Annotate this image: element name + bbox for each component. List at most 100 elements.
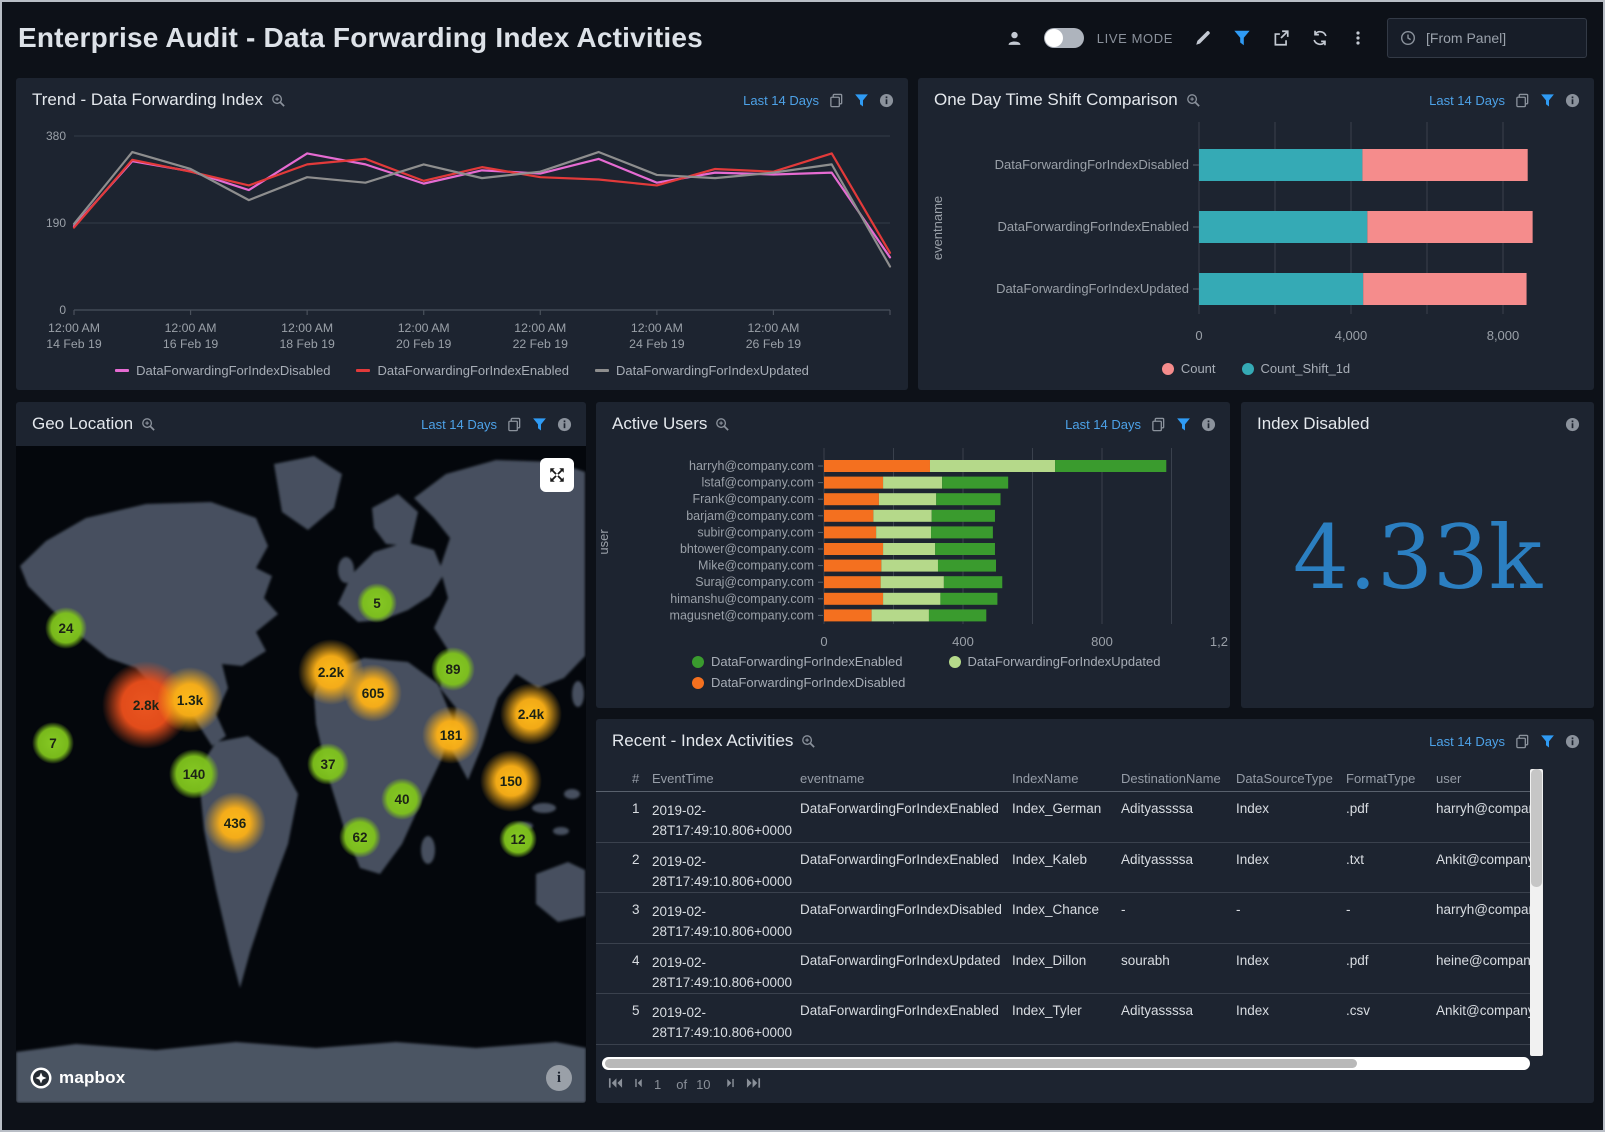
column-header[interactable]: IndexName xyxy=(1012,771,1121,786)
bar-segment[interactable] xyxy=(930,460,1055,472)
panel-filter-icon[interactable] xyxy=(1540,734,1555,749)
bar-segment[interactable] xyxy=(883,477,942,489)
table-horizontal-scrollbar[interactable] xyxy=(602,1057,1530,1070)
bar-segment[interactable] xyxy=(824,609,872,621)
bar-segment[interactable] xyxy=(883,543,935,555)
panel-info-icon[interactable] xyxy=(1565,417,1580,432)
bar-segment[interactable] xyxy=(942,477,1008,489)
bar-segment[interactable] xyxy=(1199,273,1363,305)
panel-time-range[interactable]: Last 14 Days xyxy=(743,93,819,108)
table-row[interactable]: 52019-02- 28T17:49:10.806+0000DataForwar… xyxy=(596,994,1530,1045)
topbar-controls: LIVE MODE [From Panel] xyxy=(1006,18,1587,58)
zoom-in-icon[interactable] xyxy=(715,417,730,432)
table-row[interactable]: 42019-02- 28T17:49:10.806+0000DataForwar… xyxy=(596,944,1530,995)
zoom-in-icon[interactable] xyxy=(1186,93,1201,108)
user-icon[interactable] xyxy=(1006,30,1023,47)
bar-segment[interactable] xyxy=(1199,149,1362,181)
copy-panel-icon[interactable] xyxy=(1515,93,1530,108)
last-page-button[interactable] xyxy=(746,1077,761,1092)
bar-segment[interactable] xyxy=(940,593,997,605)
bar-segment[interactable] xyxy=(872,609,929,621)
copy-panel-icon[interactable] xyxy=(507,417,522,432)
time-range-picker[interactable]: [From Panel] xyxy=(1387,18,1587,58)
bar-segment[interactable] xyxy=(938,560,996,572)
panel-info-icon[interactable] xyxy=(1201,417,1216,432)
scrollbar-thumb[interactable] xyxy=(605,1059,1357,1068)
share-icon[interactable] xyxy=(1272,29,1290,47)
bar-segment[interactable] xyxy=(824,477,883,489)
trend-line-chart: 380190012:00 AM14 Feb 1912:00 AM16 Feb 1… xyxy=(24,118,900,354)
bar-segment[interactable] xyxy=(1362,149,1527,181)
bar-segment[interactable] xyxy=(936,493,1000,505)
bar-segment[interactable] xyxy=(824,593,883,605)
bar-segment[interactable] xyxy=(932,510,995,522)
bar-segment[interactable] xyxy=(1199,211,1367,243)
column-header[interactable]: EventTime xyxy=(652,771,800,786)
panel-time-range[interactable]: Last 14 Days xyxy=(1065,417,1141,432)
bar-segment[interactable] xyxy=(824,526,876,538)
column-header[interactable]: # xyxy=(632,771,652,786)
bar-segment[interactable] xyxy=(1363,273,1526,305)
time-range-value: [From Panel] xyxy=(1426,30,1506,46)
column-header[interactable]: eventname xyxy=(800,771,1012,786)
bar-segment[interactable] xyxy=(824,510,873,522)
panel-filter-icon[interactable] xyxy=(854,93,869,108)
table-row[interactable]: 12019-02- 28T17:49:10.806+0000DataForwar… xyxy=(596,792,1530,843)
panel-filter-icon[interactable] xyxy=(532,417,547,432)
svg-text:lstaf@company.com: lstaf@company.com xyxy=(702,476,815,490)
column-header[interactable]: DataSourceType xyxy=(1236,771,1346,786)
live-mode-toggle[interactable] xyxy=(1044,28,1084,48)
bar-segment[interactable] xyxy=(881,576,944,588)
table-cell: Index xyxy=(1236,852,1346,893)
bar-segment[interactable] xyxy=(1367,211,1532,243)
panel-info-icon[interactable] xyxy=(557,417,572,432)
zoom-in-icon[interactable] xyxy=(801,734,816,749)
panel-time-range[interactable]: Last 14 Days xyxy=(421,417,497,432)
copy-panel-icon[interactable] xyxy=(829,93,844,108)
refresh-icon[interactable] xyxy=(1311,29,1329,47)
bar-segment[interactable] xyxy=(824,460,930,472)
panel-info-icon[interactable] xyxy=(1565,734,1580,749)
bar-segment[interactable] xyxy=(873,510,931,522)
world-map[interactable]: 2452.2k605892.4k2.8k1.3k7181140374015043… xyxy=(16,446,586,1103)
map-expand-button[interactable] xyxy=(540,458,574,492)
table-row[interactable]: 32019-02- 28T17:49:10.806+0000DataForwar… xyxy=(596,893,1530,944)
zoom-in-icon[interactable] xyxy=(271,93,286,108)
zoom-in-icon[interactable] xyxy=(141,417,156,432)
panel-filter-icon[interactable] xyxy=(1176,417,1191,432)
copy-panel-icon[interactable] xyxy=(1151,417,1166,432)
bar-segment[interactable] xyxy=(883,593,940,605)
bar-segment[interactable] xyxy=(881,560,938,572)
bar-segment[interactable] xyxy=(929,609,986,621)
panel-info-icon[interactable] xyxy=(1565,93,1580,108)
first-page-button[interactable] xyxy=(608,1077,623,1092)
next-page-button[interactable] xyxy=(724,1077,737,1092)
column-header[interactable]: user xyxy=(1436,771,1530,786)
map-info-button[interactable]: i xyxy=(546,1065,572,1091)
bar-segment[interactable] xyxy=(1055,460,1166,472)
panel-time-range[interactable]: Last 14 Days xyxy=(1429,93,1505,108)
copy-panel-icon[interactable] xyxy=(1515,734,1530,749)
column-header[interactable]: FormatType xyxy=(1346,771,1436,786)
edit-pencil-icon[interactable] xyxy=(1194,29,1212,47)
table-row[interactable]: 22019-02- 28T17:49:10.806+0000DataForwar… xyxy=(596,843,1530,894)
filter-icon[interactable] xyxy=(1233,29,1251,47)
panel-time-range[interactable]: Last 14 Days xyxy=(1429,734,1505,749)
bar-segment[interactable] xyxy=(931,526,993,538)
prev-page-button[interactable] xyxy=(632,1077,645,1092)
scrollbar-thumb[interactable] xyxy=(1531,769,1542,887)
bar-segment[interactable] xyxy=(879,493,936,505)
bar-segment[interactable] xyxy=(935,543,995,555)
bar-segment[interactable] xyxy=(824,576,881,588)
column-header[interactable]: DestinationName xyxy=(1121,771,1236,786)
panel-info-icon[interactable] xyxy=(879,93,894,108)
bar-segment[interactable] xyxy=(824,560,881,572)
table-vertical-scrollbar[interactable] xyxy=(1530,769,1543,1056)
bar-segment[interactable] xyxy=(876,526,931,538)
bar-segment[interactable] xyxy=(824,543,883,555)
more-menu-icon[interactable] xyxy=(1350,29,1366,47)
bar-segment[interactable] xyxy=(944,576,1002,588)
bar-segment[interactable] xyxy=(824,493,879,505)
mapbox-logo[interactable]: mapbox xyxy=(30,1067,125,1089)
panel-filter-icon[interactable] xyxy=(1540,93,1555,108)
